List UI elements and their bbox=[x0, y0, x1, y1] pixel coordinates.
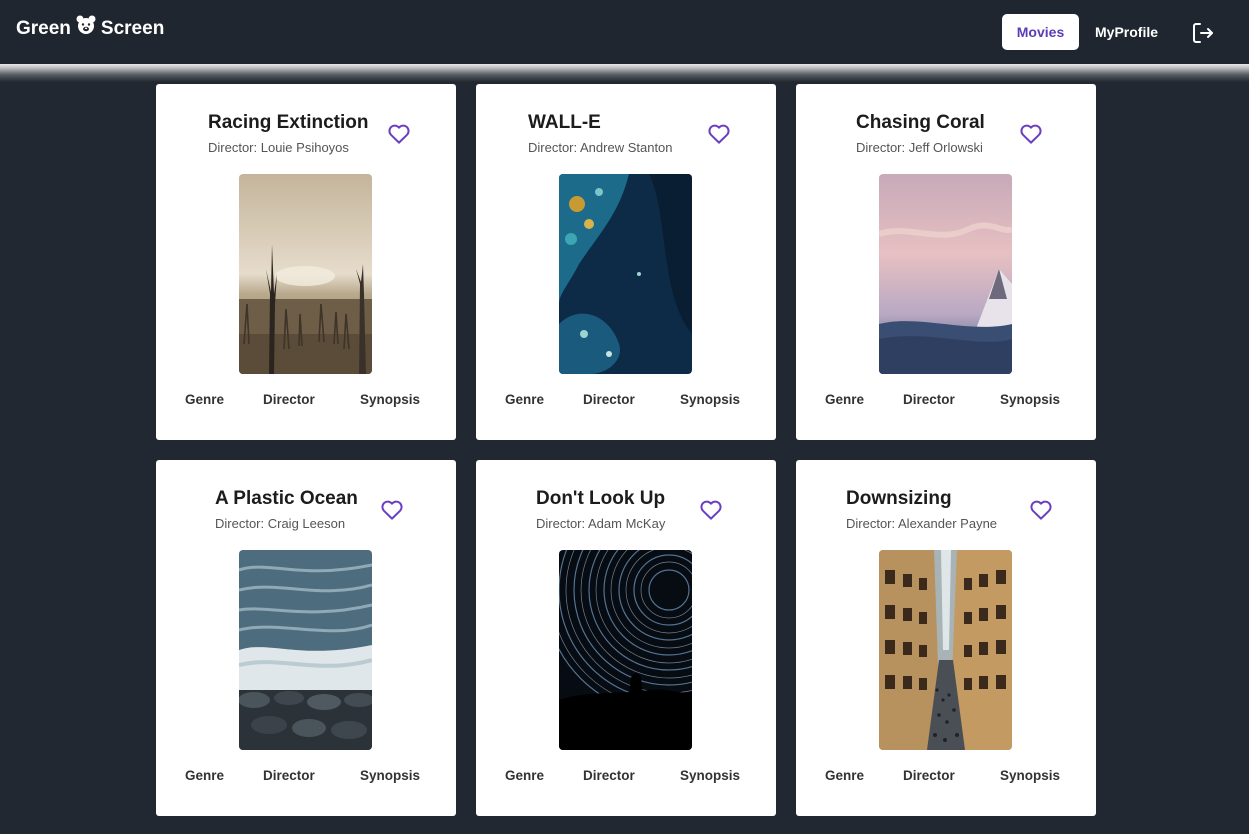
movie-director: Director: Craig Leeson bbox=[215, 516, 346, 531]
card-actions: Genre Director Synopsis bbox=[796, 768, 1096, 786]
movie-poster-image bbox=[239, 174, 372, 374]
card-actions: Genre Director Synopsis bbox=[476, 392, 776, 410]
genre-button[interactable]: Genre bbox=[185, 392, 224, 407]
heart-icon[interactable] bbox=[1030, 500, 1052, 520]
movie-title: Chasing Coral bbox=[856, 112, 985, 133]
movie-card: A Plastic Ocean Director: Craig Leeson G… bbox=[156, 460, 456, 816]
movie-card: Racing Extinction Director: Louie Psihoy… bbox=[156, 84, 456, 440]
myprofile-nav-link[interactable]: MyProfile bbox=[1095, 24, 1158, 40]
genre-button[interactable]: Genre bbox=[505, 768, 544, 783]
heart-icon[interactable] bbox=[388, 124, 410, 144]
movie-director: Director: Adam McKay bbox=[536, 516, 666, 531]
synopsis-button[interactable]: Synopsis bbox=[1000, 768, 1060, 783]
director-button[interactable]: Director bbox=[583, 392, 635, 407]
director-button[interactable]: Director bbox=[263, 392, 315, 407]
movie-title: WALL-E bbox=[528, 112, 601, 133]
movie-poster-image bbox=[879, 174, 1012, 374]
card-actions: Genre Director Synopsis bbox=[476, 768, 776, 786]
synopsis-button[interactable]: Synopsis bbox=[680, 768, 740, 783]
movie-title: Downsizing bbox=[846, 488, 952, 509]
card-actions: Genre Director Synopsis bbox=[156, 392, 456, 410]
director-button[interactable]: Director bbox=[263, 768, 315, 783]
synopsis-button[interactable]: Synopsis bbox=[360, 768, 420, 783]
movies-nav-button[interactable]: Movies bbox=[1002, 14, 1079, 50]
navbar: Green Screen Movies MyProfile bbox=[0, 0, 1249, 64]
movie-director: Director: Louie Psihoyos bbox=[208, 140, 349, 155]
movie-title: Don't Look Up bbox=[536, 488, 666, 509]
movie-poster-image bbox=[559, 550, 692, 750]
card-actions: Genre Director Synopsis bbox=[156, 768, 456, 786]
synopsis-button[interactable]: Synopsis bbox=[680, 392, 740, 407]
heart-icon[interactable] bbox=[1020, 124, 1042, 144]
brand-text-right: Screen bbox=[100, 18, 165, 39]
heart-icon[interactable] bbox=[708, 124, 730, 144]
movie-poster-image bbox=[879, 550, 1012, 750]
genre-button[interactable]: Genre bbox=[505, 392, 544, 407]
movie-title: A Plastic Ocean bbox=[215, 488, 358, 509]
movie-director: Director: Jeff Orlowski bbox=[856, 140, 983, 155]
movie-director: Director: Andrew Stanton bbox=[528, 140, 673, 155]
heart-icon[interactable] bbox=[700, 500, 722, 520]
synopsis-button[interactable]: Synopsis bbox=[360, 392, 420, 407]
logout-icon[interactable] bbox=[1191, 21, 1215, 45]
movie-title: Racing Extinction bbox=[208, 112, 369, 133]
movie-poster-image bbox=[559, 174, 692, 374]
director-button[interactable]: Director bbox=[903, 392, 955, 407]
movie-card: WALL-E Director: Andrew Stanton Genre Di… bbox=[476, 84, 776, 440]
synopsis-button[interactable]: Synopsis bbox=[1000, 392, 1060, 407]
navbar-shadow bbox=[0, 64, 1249, 82]
movie-director: Director: Alexander Payne bbox=[846, 516, 998, 531]
genre-button[interactable]: Genre bbox=[185, 768, 224, 783]
movie-poster-image bbox=[239, 550, 372, 750]
movie-card: Don't Look Up Director: Adam McKay Genre… bbox=[476, 460, 776, 816]
movie-card: Downsizing Director: Alexander Payne Gen… bbox=[796, 460, 1096, 816]
brand-logo[interactable]: Green Screen bbox=[16, 15, 165, 40]
director-button[interactable]: Director bbox=[903, 768, 955, 783]
bear-icon bbox=[75, 14, 97, 36]
genre-button[interactable]: Genre bbox=[825, 392, 864, 407]
movie-card: Chasing Coral Director: Jeff Orlowski Ge… bbox=[796, 84, 1096, 440]
heart-icon[interactable] bbox=[381, 500, 403, 520]
director-button[interactable]: Director bbox=[583, 768, 635, 783]
brand-text-left: Green bbox=[16, 18, 71, 39]
card-actions: Genre Director Synopsis bbox=[796, 392, 1096, 410]
genre-button[interactable]: Genre bbox=[825, 768, 864, 783]
